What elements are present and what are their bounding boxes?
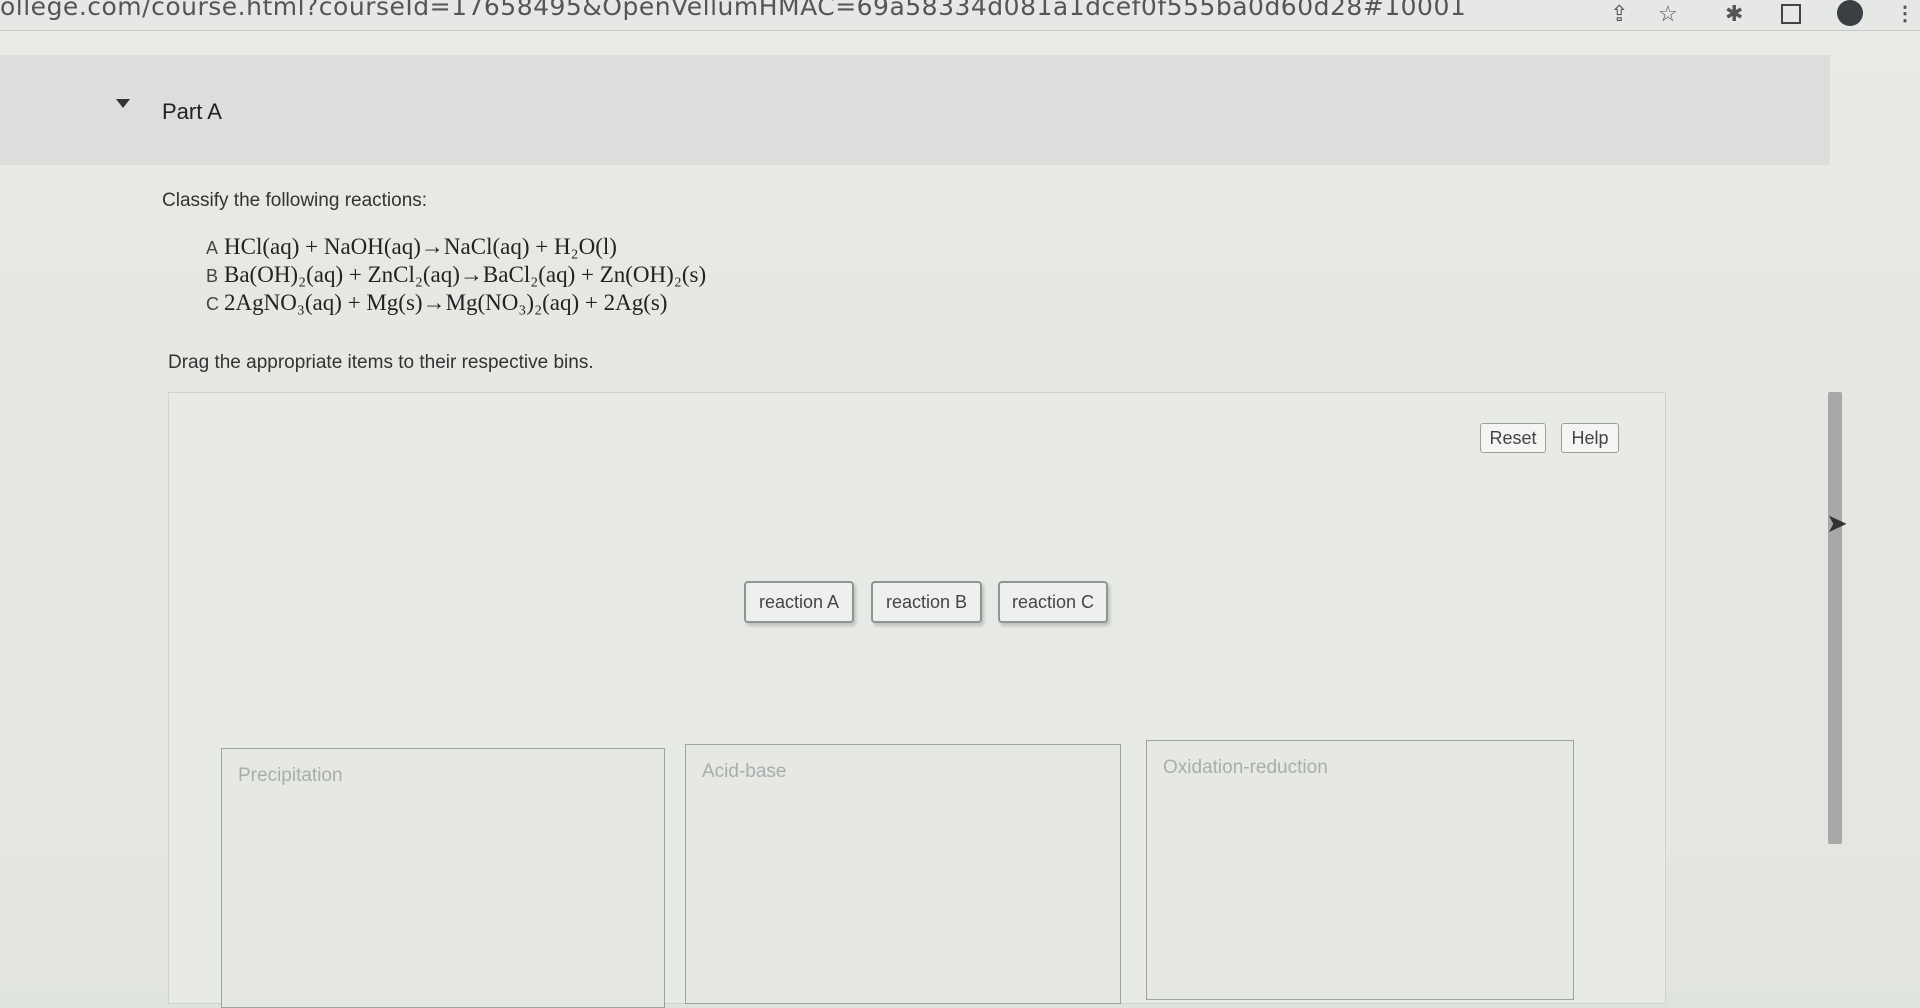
address-url[interactable]: ollege.com/course.html?courseId=17658495…	[0, 0, 1466, 21]
reaction-list: A HCl(aq) + NaOH(aq)→NaCl(aq) + H₂O(l) B…	[206, 234, 706, 318]
draggable-reaction-a[interactable]: reaction A	[744, 581, 854, 623]
reaction-equation: 2AgNO₃(aq) + Mg(s)→Mg(NO₃)₂(aq) + 2Ag(s)	[224, 290, 668, 315]
scrollbar-thumb[interactable]	[1828, 392, 1842, 844]
bin-acid-base[interactable]: Acid-base	[685, 744, 1121, 1004]
question-text: Classify the following reactions:	[162, 190, 428, 211]
part-header[interactable]	[0, 55, 1830, 165]
reaction-item-b: B Ba(OH)₂(aq) + ZnCl₂(aq)→BaCl₂(aq) + Zn…	[206, 262, 706, 290]
window-icon[interactable]	[1781, 4, 1801, 24]
draggable-reaction-b[interactable]: reaction B	[871, 581, 982, 623]
share-icon[interactable]: ⇪	[1610, 2, 1628, 26]
profile-avatar-icon[interactable]	[1837, 0, 1863, 26]
instruction-text: Drag the appropriate items to their resp…	[168, 352, 594, 373]
reaction-letter: C	[206, 294, 219, 314]
mouse-cursor-icon: ➤	[1826, 508, 1848, 538]
draggable-reaction-c[interactable]: reaction C	[998, 581, 1108, 623]
browser-address-bar: ollege.com/course.html?courseId=17658495…	[0, 0, 1920, 31]
reaction-letter: B	[206, 266, 219, 286]
reaction-item-c: C 2AgNO₃(aq) + Mg(s)→Mg(NO₃)₂(aq) + 2Ag(…	[206, 290, 706, 318]
reaction-equation: Ba(OH)₂(aq) + ZnCl₂(aq)→BaCl₂(aq) + Zn(O…	[224, 262, 707, 287]
bin-oxidation-reduction[interactable]: Oxidation-reduction	[1146, 740, 1574, 1000]
puzzle-extension-icon[interactable]: ✱	[1725, 2, 1743, 26]
caret-down-icon[interactable]	[116, 99, 130, 108]
bin-precipitation[interactable]: Precipitation	[221, 748, 665, 1008]
bin-label: Oxidation-reduction	[1163, 757, 1328, 778]
help-button[interactable]: Help	[1561, 423, 1619, 453]
reaction-equation: HCl(aq) + NaOH(aq)→NaCl(aq) + H₂O(l)	[224, 234, 617, 259]
part-title[interactable]: Part A	[162, 99, 222, 125]
bin-label: Acid-base	[702, 761, 787, 782]
bin-label: Precipitation	[238, 765, 343, 786]
kebab-menu-icon[interactable]: ⋮	[1895, 2, 1915, 26]
reaction-letter: A	[206, 238, 219, 258]
reaction-item-a: A HCl(aq) + NaOH(aq)→NaCl(aq) + H₂O(l)	[206, 234, 706, 262]
reset-button[interactable]: Reset	[1480, 423, 1546, 453]
bookmark-star-icon[interactable]: ☆	[1658, 2, 1678, 26]
